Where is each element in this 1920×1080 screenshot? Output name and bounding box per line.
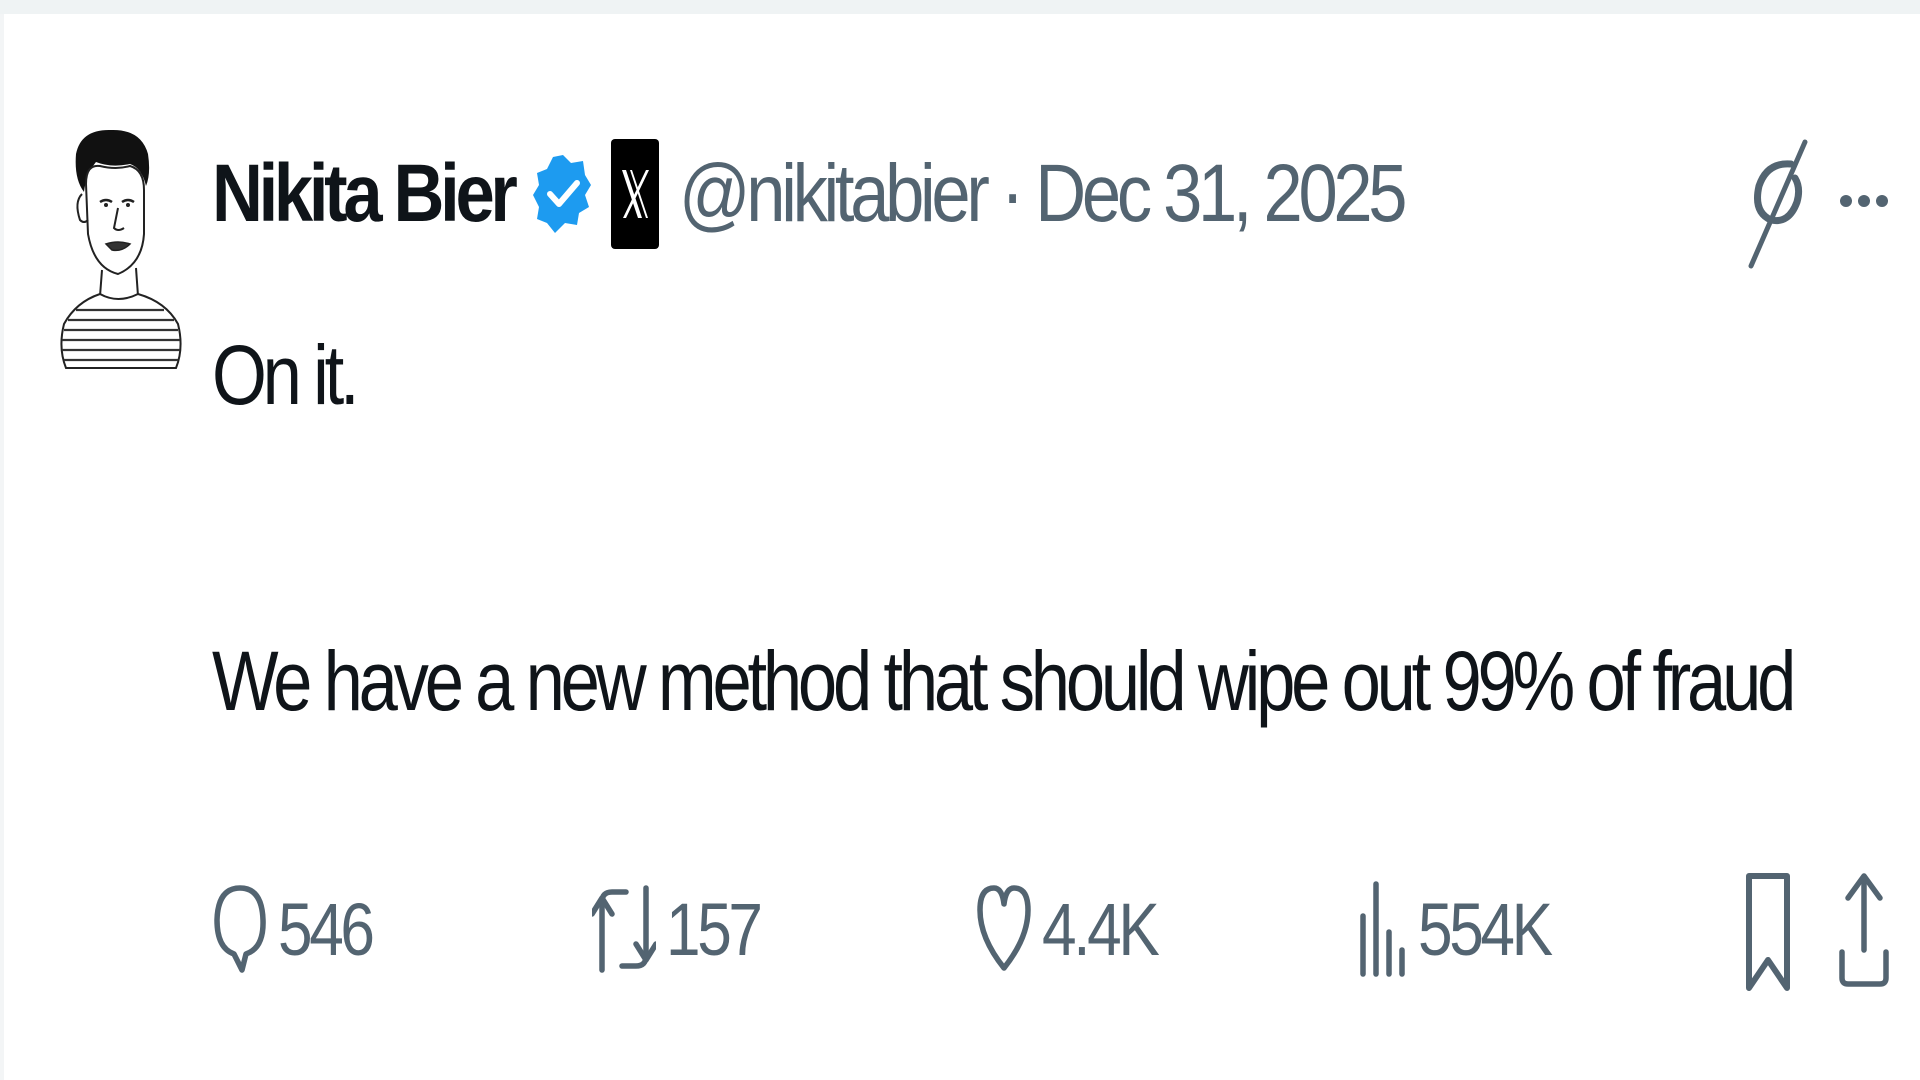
- views-button[interactable]: 554K: [1358, 864, 1575, 994]
- author-handle[interactable]: @nikitabier: [679, 148, 990, 239]
- share-icon: [1839, 873, 1889, 987]
- views-count: 554K: [1418, 887, 1553, 971]
- tweet-text: On it. We have a new method that should w…: [212, 324, 1796, 732]
- repost-count: 157: [666, 887, 763, 971]
- action-bar: 546 157 4.4K 554K: [0, 864, 1920, 1014]
- author-meta[interactable]: @nikitabier · Dec 31, 2025: [679, 147, 1407, 241]
- grok-icon[interactable]: [1745, 134, 1811, 274]
- repost-button[interactable]: 157: [592, 864, 777, 994]
- author-name[interactable]: Nikita Bier: [212, 147, 518, 241]
- views-icon: [1360, 881, 1405, 977]
- tweet-text-line: We have a new method that should wipe ou…: [212, 634, 1796, 728]
- affiliate-badge-icon[interactable]: [610, 139, 659, 249]
- avatar[interactable]: [56, 124, 186, 440]
- top-border: [0, 0, 1920, 14]
- verified-badge-icon: [532, 149, 593, 239]
- more-icon[interactable]: [1838, 189, 1890, 213]
- bookmark-icon: [1746, 873, 1790, 991]
- meta-separator: ·: [1000, 148, 1035, 239]
- tweet-date[interactable]: Dec 31, 2025: [1035, 148, 1407, 239]
- like-icon: [977, 885, 1031, 971]
- tweet-header: Nikita Bier @nikitabier · Dec 31, 2025: [212, 139, 1521, 249]
- like-button[interactable]: 4.4K: [976, 864, 1178, 994]
- like-count: 4.4K: [1042, 887, 1160, 971]
- reply-button[interactable]: 546: [212, 864, 389, 994]
- share-button[interactable]: [1838, 864, 1890, 994]
- tweet-card[interactable]: Nikita Bier @nikitabier · Dec 31, 2025 O…: [0, 14, 1920, 1080]
- tweet-text-line: On it.: [212, 328, 360, 422]
- bookmark-button[interactable]: [1744, 864, 1792, 994]
- tweet-text-blank: [212, 426, 1792, 630]
- reply-count: 546: [278, 887, 375, 971]
- reply-icon: [214, 885, 266, 973]
- repost-icon: [592, 885, 656, 973]
